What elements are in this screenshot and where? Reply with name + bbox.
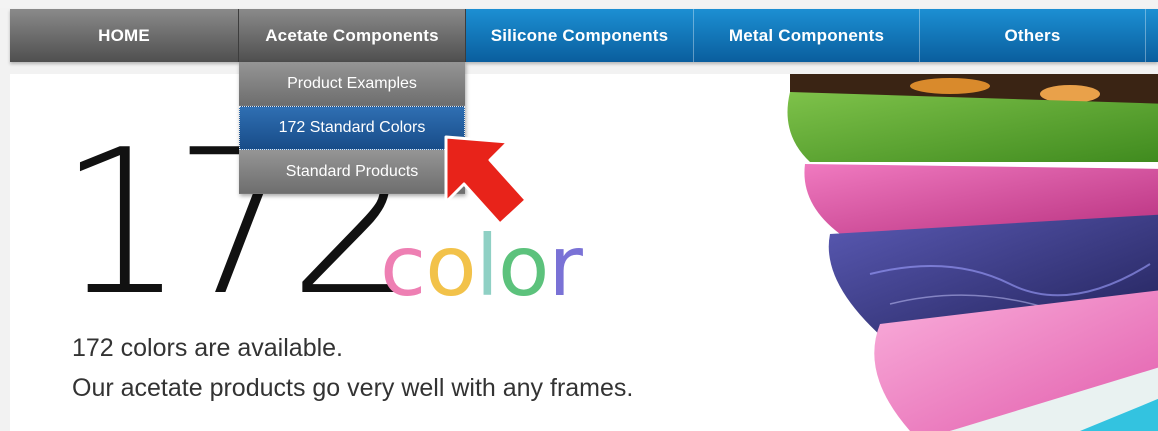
hero-description-line-2: Our acetate products go very well with a… [72, 374, 634, 402]
nav-others[interactable]: Others [920, 9, 1146, 62]
color-letter: c [380, 217, 426, 315]
nav-acetate-components[interactable]: Acetate Components [239, 9, 466, 62]
hero-banner: 172 color 172 colors are available. Our … [10, 74, 1158, 431]
nav-home[interactable]: HOME [10, 9, 239, 62]
color-letter: o [497, 217, 549, 315]
color-letter: o [425, 217, 476, 315]
color-letter: r [548, 217, 583, 315]
acetate-swatch-fan-image [787, 74, 1158, 431]
main-navigation: HOME Acetate Components Silicone Compone… [10, 9, 1158, 62]
hero-color-word: color [380, 224, 583, 308]
dropdown-standard-products[interactable]: Standard Products [239, 150, 465, 194]
dropdown-product-examples[interactable]: Product Examples [239, 62, 465, 106]
swatch-green [787, 92, 1158, 162]
red-arrow-pointer-icon [444, 135, 528, 226]
nav-filler [1146, 9, 1158, 62]
acetate-dropdown-menu: Product Examples 172 Standard Colors Sta… [239, 62, 465, 194]
nav-metal-components[interactable]: Metal Components [694, 9, 920, 62]
color-letter: l [475, 217, 499, 315]
dropdown-172-standard-colors[interactable]: 172 Standard Colors [239, 106, 465, 150]
top-strip [0, 0, 1158, 8]
nav-silicone-components[interactable]: Silicone Components [466, 9, 694, 62]
hero-description-line-1: 172 colors are available. [72, 334, 343, 362]
